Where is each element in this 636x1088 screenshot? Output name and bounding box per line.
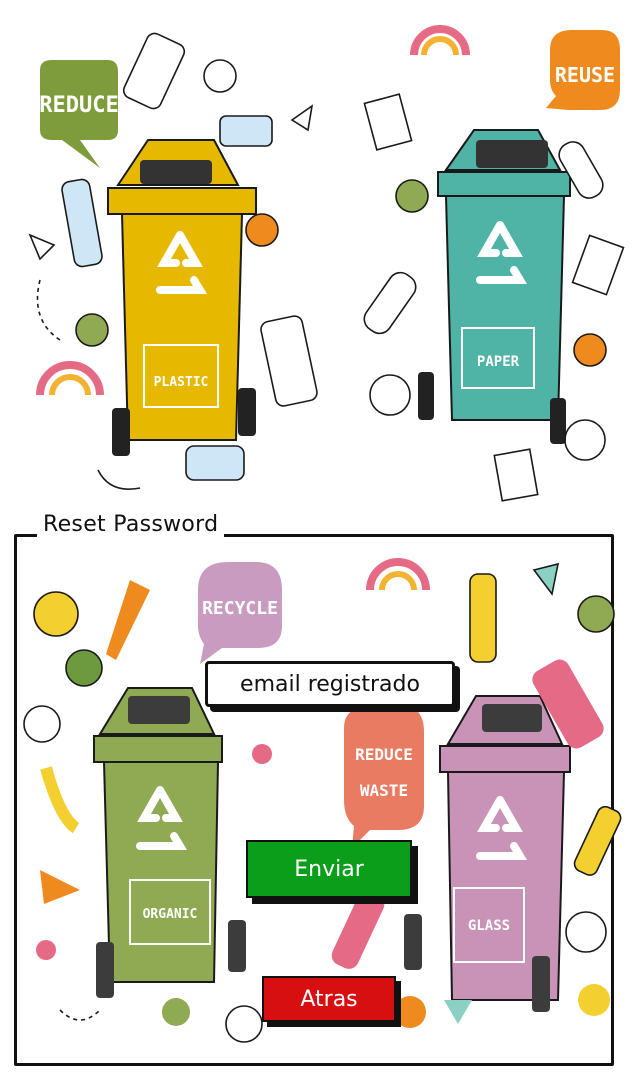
reuse-bubble: REUSE xyxy=(546,30,620,110)
reduce-bubble: REDUCE xyxy=(39,60,119,168)
email-input[interactable] xyxy=(205,661,455,707)
svg-text:PLASTIC: PLASTIC xyxy=(154,375,209,390)
paper-bin: PAPER xyxy=(418,129,571,444)
atras-button-container: Atras xyxy=(262,976,402,1028)
email-field-container xyxy=(205,661,460,712)
enviar-button-container: Enviar xyxy=(246,840,420,906)
svg-text:PAPER: PAPER xyxy=(477,354,520,370)
svg-text:REUSE: REUSE xyxy=(555,63,615,87)
plastic-bin: PLASTIC xyxy=(107,139,257,456)
reset-password-title: Reset Password xyxy=(37,512,225,537)
enviar-button[interactable]: Enviar xyxy=(246,840,412,898)
atras-button[interactable]: Atras xyxy=(262,976,396,1022)
svg-text:REDUCE: REDUCE xyxy=(39,93,118,118)
recycling-illustration-top: REDUCE REUSE PLASTIC PAPER xyxy=(28,25,625,502)
